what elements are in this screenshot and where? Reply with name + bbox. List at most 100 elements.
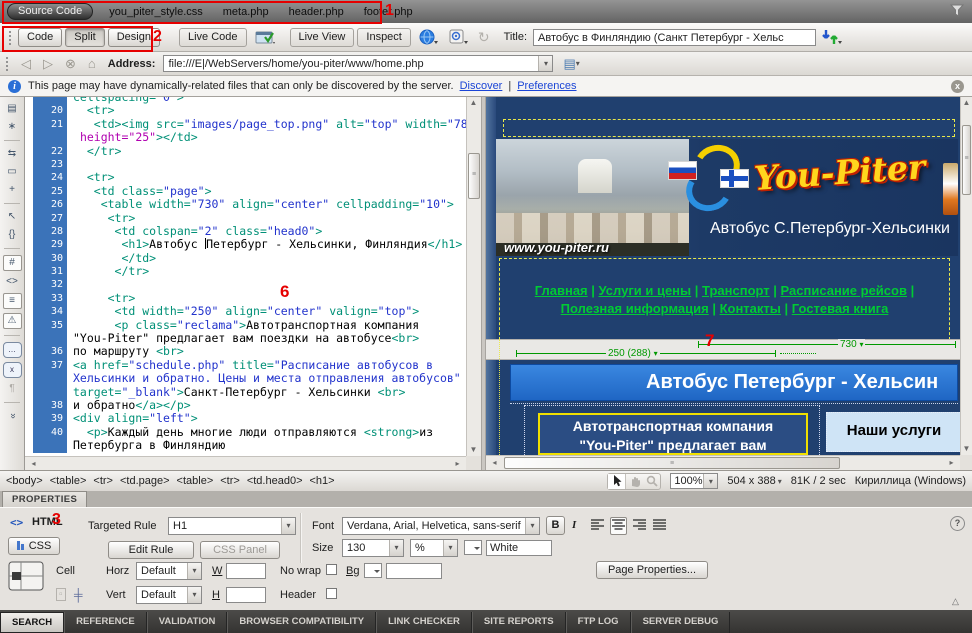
- expand-chevrons-icon[interactable]: »: [5, 408, 19, 425]
- text-color-input[interactable]: White: [486, 540, 552, 556]
- code-text[interactable]: <td width="250" align="center" valign="t…: [67, 305, 419, 318]
- inner-width-label[interactable]: 250 (288) ▾: [606, 348, 660, 359]
- select-tool-icon[interactable]: [608, 474, 626, 489]
- edit-rule-button[interactable]: Edit Rule: [108, 541, 194, 559]
- code-view-pane[interactable]: cellspacing="0">20 <tr>21 <td><img src="…: [25, 97, 481, 470]
- align-left-icon[interactable]: [590, 518, 605, 534]
- code-text[interactable]: <tr>: [67, 171, 115, 184]
- result-tab[interactable]: FTP LOG: [566, 612, 631, 633]
- tag-selector-item[interactable]: <tr>: [93, 475, 113, 487]
- code-text[interactable]: <tr>: [67, 104, 115, 117]
- preferences-link[interactable]: Preferences: [517, 80, 576, 92]
- italic-button[interactable]: I: [572, 519, 576, 531]
- line-numbers-icon[interactable]: #: [3, 255, 22, 271]
- address-value[interactable]: file:///E|/WebServers/home/you-piter/www…: [164, 58, 538, 70]
- design-nav-link[interactable]: Полезная информация: [561, 301, 709, 316]
- forward-icon[interactable]: ▷: [43, 56, 53, 72]
- result-tab[interactable]: SEARCH: [0, 612, 64, 633]
- code-text[interactable]: и обратно</a></p>: [67, 399, 191, 412]
- tag-selector-item[interactable]: <td.page>: [120, 475, 170, 487]
- scroll-right-icon[interactable]: ▸: [451, 458, 464, 470]
- vert-select[interactable]: Default ▾: [136, 586, 202, 604]
- design-nav-link[interactable]: Услуги и цены: [599, 283, 692, 298]
- code-text[interactable]: <a href="schedule.php" title="Расписание…: [67, 359, 433, 372]
- tag-selector-item[interactable]: <h1>: [310, 475, 335, 487]
- refresh-icon[interactable]: ↻: [478, 29, 490, 46]
- code-text[interactable]: Хельсинки и обратно. Цены и места отправ…: [67, 372, 461, 385]
- code-text[interactable]: target="_blank">Санкт-Петербург - Хельси…: [67, 386, 405, 399]
- dropdown-arrow-icon[interactable]: ▾: [187, 563, 201, 579]
- design-nav-link[interactable]: Транспорт: [702, 283, 770, 298]
- code-horizontal-scrollbar[interactable]: ◂ ▸: [25, 456, 466, 470]
- expand-all-icon[interactable]: +: [4, 183, 21, 197]
- result-tab[interactable]: REFERENCE: [64, 612, 147, 633]
- html-mode-icon[interactable]: <>: [10, 516, 23, 529]
- dropdown-arrow-icon[interactable]: ▾: [525, 518, 539, 534]
- header-checkbox[interactable]: [326, 588, 337, 599]
- apply-comment-icon[interactable]: …: [3, 342, 22, 358]
- design-nav-link[interactable]: Гостевая книга: [792, 301, 889, 316]
- code-text[interactable]: </tr>: [67, 145, 121, 158]
- tag-selector-item[interactable]: <table>: [50, 475, 87, 487]
- tag-selector-item[interactable]: <table>: [177, 475, 214, 487]
- inspect-button[interactable]: Inspect: [357, 28, 410, 47]
- result-tab[interactable]: SERVER DEBUG: [631, 612, 731, 633]
- tag-selector-item[interactable]: <tr>: [220, 475, 240, 487]
- scroll-up-icon[interactable]: ▲: [467, 97, 480, 109]
- code-text[interactable]: <p class="reclama">Автотранспортная комп…: [67, 319, 419, 332]
- scroll-thumb[interactable]: ≡: [504, 457, 840, 469]
- dropdown-arrow-icon[interactable]: ▾: [281, 518, 295, 534]
- toolbar-grip[interactable]: [8, 30, 13, 45]
- dropdown-arrow-icon[interactable]: ▾: [187, 587, 201, 603]
- scroll-down-icon[interactable]: ▼: [960, 443, 972, 455]
- height-input[interactable]: [226, 587, 266, 603]
- file-get-put-icon[interactable]: [821, 29, 843, 45]
- select-parent-tag-icon[interactable]: ↖: [4, 210, 21, 224]
- code-text[interactable]: <p>Каждый день многие люди отправляются …: [67, 426, 433, 439]
- code-text[interactable]: <tr>: [67, 212, 135, 225]
- result-tab[interactable]: LINK CHECKER: [376, 612, 472, 633]
- align-justify-icon[interactable]: [652, 518, 667, 534]
- outer-width-label[interactable]: 730 ▾: [838, 339, 865, 350]
- code-vertical-scrollbar[interactable]: ▲ ≡ ▼: [466, 97, 481, 456]
- size-unit-select[interactable]: % ▾: [410, 539, 458, 557]
- result-tab[interactable]: SITE REPORTS: [472, 612, 566, 633]
- scroll-down-icon[interactable]: ▼: [467, 444, 480, 456]
- bold-button[interactable]: B: [546, 516, 565, 535]
- home-icon[interactable]: ⌂: [88, 56, 96, 71]
- text-color-swatch[interactable]: [464, 540, 482, 555]
- source-code-button[interactable]: Source Code: [7, 3, 93, 20]
- code-text[interactable]: <td><img src="images/page_top.png" alt="…: [67, 118, 466, 131]
- bg-color-swatch[interactable]: [364, 563, 382, 578]
- tag-selector-item[interactable]: <td.head0>: [247, 475, 303, 487]
- code-view-button[interactable]: Code: [18, 28, 62, 47]
- related-file-tab[interactable]: meta.php: [223, 6, 269, 18]
- live-code-button[interactable]: Live Code: [179, 28, 247, 47]
- split-view-button[interactable]: Split: [65, 28, 104, 47]
- split-cell-icon[interactable]: ╪: [74, 588, 83, 602]
- size-select[interactable]: 130 ▾: [342, 539, 404, 557]
- scroll-left-icon[interactable]: ◂: [27, 458, 40, 470]
- filter-icon[interactable]: [950, 4, 964, 20]
- css-panel-button[interactable]: CSS Panel: [200, 541, 280, 559]
- code-text[interactable]: </td>: [67, 252, 156, 265]
- check-browser-compatibility-icon[interactable]: [255, 30, 277, 45]
- address-input[interactable]: file:///E|/WebServers/home/you-piter/www…: [163, 55, 553, 72]
- addressbar-grip[interactable]: [5, 56, 10, 71]
- code-text[interactable]: [67, 158, 73, 171]
- code-text[interactable]: по маршруту <br>: [67, 345, 184, 358]
- no-wrap-checkbox[interactable]: [326, 564, 337, 575]
- scroll-up-icon[interactable]: ▲: [960, 97, 972, 109]
- properties-tab[interactable]: PROPERTIES: [2, 491, 87, 507]
- word-wrap-icon[interactable]: ≡: [3, 293, 22, 309]
- scroll-thumb[interactable]: ≡: [468, 153, 480, 199]
- highlight-invalid-code-icon[interactable]: <>: [4, 275, 21, 289]
- align-right-icon[interactable]: [632, 518, 647, 534]
- discover-link[interactable]: Discover: [460, 80, 503, 92]
- design-nav-link[interactable]: Главная: [535, 283, 588, 298]
- result-tab[interactable]: BROWSER COMPATIBILITY: [227, 612, 376, 633]
- code-text[interactable]: <tr>: [67, 292, 135, 305]
- code-text[interactable]: <td class="page">: [67, 185, 212, 198]
- align-center-icon[interactable]: [610, 517, 627, 535]
- css-mode-button[interactable]: CSS: [8, 537, 60, 555]
